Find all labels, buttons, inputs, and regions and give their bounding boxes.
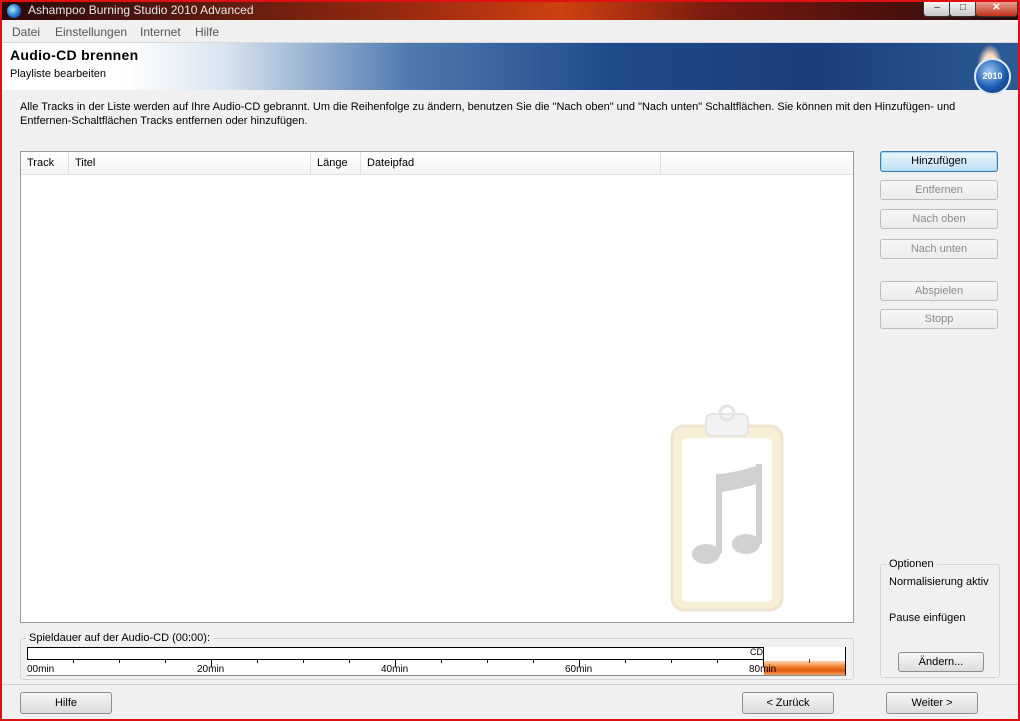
track-list-header: Track Titel Länge Dateipfad <box>21 152 853 175</box>
minimize-button[interactable]: – <box>923 2 951 17</box>
scale-label: 40min <box>381 664 409 675</box>
scale-tick <box>487 659 488 663</box>
app-icon[interactable] <box>7 4 21 18</box>
scale-label: 20min <box>197 664 225 675</box>
stop-button[interactable]: Stopp <box>880 309 998 329</box>
change-options-button[interactable]: Ändern... <box>898 652 984 672</box>
help-button[interactable]: Hilfe <box>20 692 112 714</box>
menu-internet[interactable]: Internet <box>140 25 181 39</box>
options-group-title: Optionen <box>886 558 937 570</box>
clipboard-music-note-icon <box>670 404 784 612</box>
scale-tick <box>165 659 166 663</box>
cd-capacity-marker <box>763 647 764 659</box>
duration-bar-baseline <box>27 675 846 676</box>
scale-tick <box>303 659 304 663</box>
page-subtitle: Playliste bearbeiten <box>10 68 107 80</box>
remove-button[interactable]: Entfernen <box>880 180 998 200</box>
scale-tick <box>533 659 534 663</box>
title-bar[interactable]: Ashampoo Burning Studio 2010 Advanced – … <box>2 2 1018 20</box>
scale-tick <box>257 659 258 663</box>
scale-tick <box>625 659 626 663</box>
menu-hilfe[interactable]: Hilfe <box>195 25 219 39</box>
duration-bar-end <box>845 647 846 676</box>
duration-label: Spieldauer auf der Audio-CD (00:00): <box>26 632 213 644</box>
scale-tick <box>119 659 120 663</box>
scale-label: 00min <box>27 664 55 675</box>
option-normalize: Normalisierung aktiv <box>889 576 989 588</box>
instructions-text: Alle Tracks in der Liste werden auf Ihre… <box>20 100 960 128</box>
maximize-button[interactable]: □ <box>949 2 977 17</box>
option-pause: Pause einfügen <box>889 612 966 624</box>
scale-label: 60min <box>565 664 593 675</box>
menu-bar: Datei Einstellungen Internet Hilfe <box>2 22 1018 43</box>
header-banner: Audio-CD brennen Playliste bearbeiten 20… <box>2 43 1018 95</box>
scale-tick <box>441 659 442 663</box>
page-title: Audio-CD brennen <box>10 47 139 63</box>
scale-tick <box>717 659 718 663</box>
column-header-titel[interactable]: Titel <box>69 152 311 174</box>
track-list[interactable]: Track Titel Länge Dateipfad <box>20 151 854 623</box>
duration-bar: CD 00min 20min 40min 60min 80min <box>27 647 846 676</box>
add-button[interactable]: Hinzufügen <box>880 151 998 172</box>
close-button[interactable]: ✕ <box>975 2 1018 17</box>
move-down-button[interactable]: Nach unten <box>880 239 998 259</box>
column-header-dateipfad[interactable]: Dateipfad <box>361 152 661 174</box>
scale-tick <box>671 659 672 663</box>
instructions-line-2: Entfernen-Schaltflächen Tracks entfernen… <box>20 115 308 127</box>
window-title: Ashampoo Burning Studio 2010 Advanced <box>28 3 254 17</box>
duration-bar-border <box>27 647 763 648</box>
scale-tick <box>809 659 810 663</box>
instructions-line-1: Alle Tracks in der Liste werden auf Ihre… <box>20 101 956 113</box>
column-header-track[interactable]: Track <box>21 152 69 174</box>
move-up-button[interactable]: Nach oben <box>880 209 998 229</box>
footer-separator <box>2 684 1018 685</box>
play-button[interactable]: Abspielen <box>880 281 998 301</box>
scale-tick <box>73 659 74 663</box>
cd-capacity-label: CD <box>750 647 763 657</box>
duration-bar-border <box>27 647 28 659</box>
back-button[interactable]: < Zurück <box>742 692 834 714</box>
menu-datei[interactable]: Datei <box>12 25 40 39</box>
overflow-region <box>764 661 846 675</box>
column-header-laenge[interactable]: Länge <box>311 152 361 174</box>
menu-einstellungen[interactable]: Einstellungen <box>55 25 127 39</box>
app-window: Ashampoo Burning Studio 2010 Advanced – … <box>0 0 1020 721</box>
burning-studio-logo-icon: 2010 <box>974 58 1011 95</box>
next-button[interactable]: Weiter > <box>886 692 978 714</box>
scale-tick <box>349 659 350 663</box>
scale-label: 80min <box>749 664 777 675</box>
